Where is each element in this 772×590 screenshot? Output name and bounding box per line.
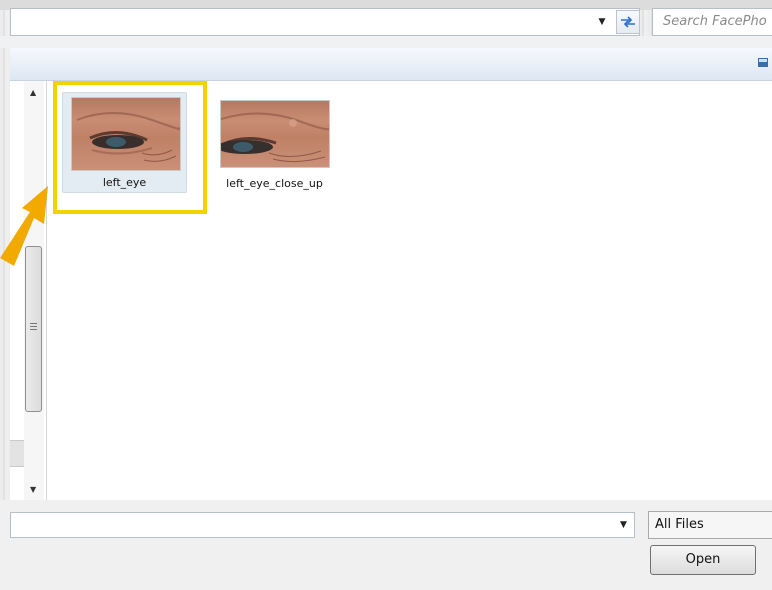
scroll-down-icon[interactable]: ▼ <box>30 485 36 494</box>
chevron-down-icon[interactable]: ▼ <box>620 520 627 530</box>
open-button[interactable]: Open <box>650 545 756 575</box>
highlight-box <box>53 81 207 214</box>
address-bar[interactable] <box>10 8 640 36</box>
toolbar <box>10 48 772 81</box>
header-gap <box>0 36 772 48</box>
file-name-label: left_eye_close_up <box>226 177 323 190</box>
scrollbar-thumb[interactable] <box>25 246 42 412</box>
grip-icon <box>30 323 37 331</box>
refresh-button[interactable] <box>616 10 640 34</box>
file-item-left-eye-close-up[interactable]: left_eye_close_up <box>212 92 337 193</box>
file-type-select[interactable]: All Files <box>648 511 772 539</box>
view-options-icon[interactable] <box>758 58 768 67</box>
search-input[interactable]: Search FacePho <box>652 8 772 36</box>
file-name-input[interactable] <box>10 512 635 538</box>
pointer-arrow-icon <box>0 186 48 266</box>
address-dropdown-icon[interactable]: ▼ <box>595 16 609 28</box>
eye-thumbnail <box>217 100 332 168</box>
navigation-pane-item[interactable] <box>10 440 24 467</box>
scroll-up-icon[interactable]: ▲ <box>30 88 36 97</box>
refresh-icon <box>621 16 635 28</box>
